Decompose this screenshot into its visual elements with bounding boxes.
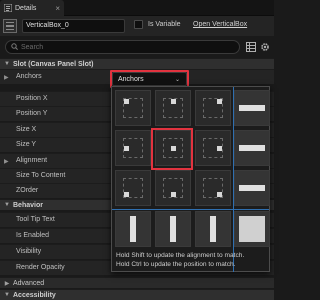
anchor-bottom-stretch-icon[interactable] (234, 170, 270, 206)
anchor-right-stretch-icon[interactable] (195, 211, 231, 247)
settings-gear-icon[interactable] (260, 42, 270, 52)
search-placeholder: Search (21, 43, 44, 51)
widget-icon (3, 19, 17, 33)
anchor-vertical-stretch-icon[interactable] (155, 211, 191, 247)
row-label: Is Enabled (16, 232, 50, 239)
is-variable-checkbox[interactable] (134, 20, 143, 29)
chevron-right-icon: ▶ (4, 280, 10, 287)
anchor-separator-vertical (233, 87, 234, 272)
details-tab-icon (3, 3, 13, 13)
anchor-center-left-icon[interactable] (115, 130, 151, 166)
section-accessibility-label: Accessibility (13, 291, 56, 299)
section-slot-label: Slot (Canvas Panel Slot) (13, 60, 94, 68)
anchor-top-stretch-icon[interactable] (234, 90, 270, 126)
tab-details-label: Details (15, 4, 37, 12)
widget-header: VerticalBox_0 Is Variable Open VerticalB… (0, 16, 274, 36)
row-label: Visibility (16, 248, 42, 255)
row-label: Position Y (16, 110, 48, 117)
anchor-presets-popup (111, 86, 270, 272)
row-label: Tool Tip Text (16, 216, 55, 223)
anchor-center-stretch-icon[interactable] (234, 130, 270, 166)
search-row: Search (0, 38, 274, 56)
anchor-hint-ctrl: Hold Ctrl to update the position to matc… (116, 261, 236, 268)
section-behavior-label: Behavior (13, 201, 43, 209)
anchor-separator-horizontal (112, 209, 269, 210)
section-accessibility[interactable]: ▼ Accessibility (0, 289, 274, 300)
row-label: Size To Content (16, 172, 66, 179)
row-label: ZOrder (16, 187, 39, 194)
is-variable-label: Is Variable (148, 21, 181, 28)
row-label: Render Opacity (16, 264, 65, 271)
row-label: Position X (16, 95, 48, 102)
anchor-top-left-icon[interactable] (115, 90, 151, 126)
section-slot[interactable]: ▼ Slot (Canvas Panel Slot) (0, 58, 274, 69)
chevron-down-icon: ▼ (4, 292, 10, 298)
row-label: Size Y (16, 141, 37, 148)
open-vertical-box-link[interactable]: Open VerticalBox (193, 21, 247, 28)
search-icon (11, 42, 18, 52)
anchor-top-right-icon[interactable] (195, 90, 231, 126)
anchor-full-stretch-icon[interactable] (234, 211, 270, 247)
chevron-down-icon: ▼ (4, 202, 10, 208)
row-label: Alignment (16, 157, 48, 164)
section-advanced[interactable]: ▶ Advanced (0, 277, 274, 288)
widget-name-input[interactable]: VerticalBox_0 (22, 19, 125, 33)
tab-bar: Details × (0, 0, 274, 16)
anchor-bottom-center-icon[interactable] (155, 170, 191, 206)
anchor-bottom-left-icon[interactable] (115, 170, 151, 206)
search-input[interactable]: Search (5, 40, 240, 54)
tab-details[interactable]: Details × (0, 0, 64, 16)
anchor-bottom-right-icon[interactable] (195, 170, 231, 206)
chevron-right-icon[interactable]: ▶ (4, 74, 9, 81)
section-advanced-label: Advanced (13, 279, 45, 287)
anchor-hint-shift: Hold Shift to update the alignment to ma… (116, 252, 245, 259)
row-label: Size X (16, 126, 37, 133)
chevron-right-icon[interactable]: ▶ (4, 158, 9, 165)
anchor-center-highlight (151, 128, 193, 170)
anchor-center-right-icon[interactable] (195, 130, 231, 166)
anchor-left-stretch-icon[interactable] (115, 211, 151, 247)
chevron-down-icon: ▼ (4, 61, 10, 67)
anchor-top-center-icon[interactable] (155, 90, 191, 126)
tab-close-button[interactable]: × (55, 4, 60, 13)
row-label: Anchors (16, 73, 42, 80)
grid-view-icon[interactable] (246, 42, 256, 52)
